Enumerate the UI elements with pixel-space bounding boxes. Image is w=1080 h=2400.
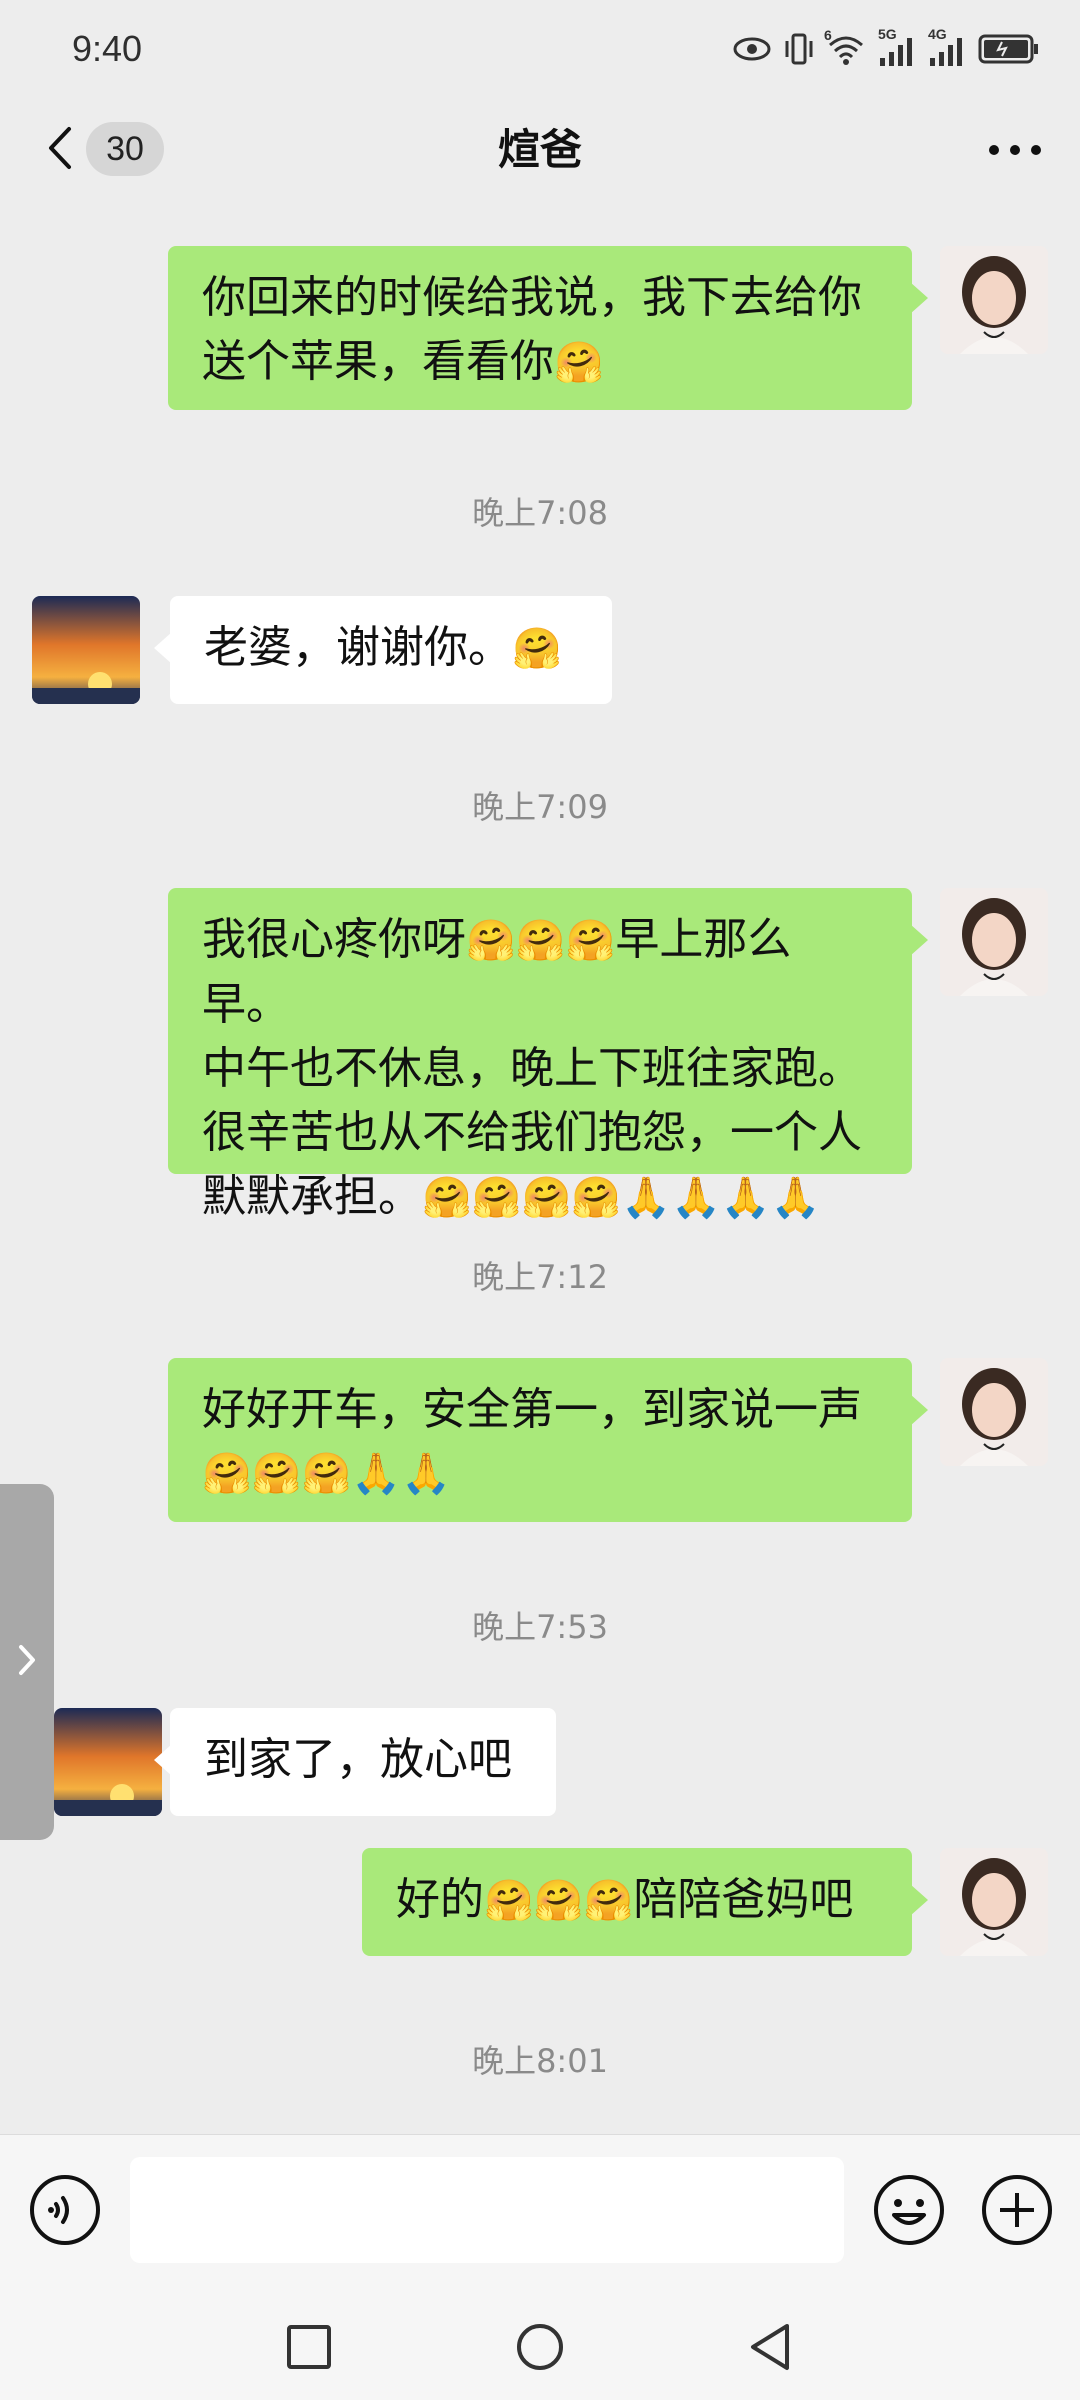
more-button[interactable] (980, 124, 1050, 176)
message-text: 陪陪爸妈吧 (633, 1874, 854, 1925)
message-line: 默默承担。🤗🤗🤗🤗🙏🙏🙏🙏 (202, 1165, 878, 1230)
signal-5g-icon: 5G (878, 26, 916, 68)
battery-icon (978, 33, 1040, 69)
wifi-icon: 6 (824, 27, 866, 69)
message-bubble-received[interactable]: 到家了，放心吧 (154, 1708, 556, 1816)
signal-5g-label: 5G (878, 26, 897, 42)
message-bubble-sent[interactable]: 你回来的时候给我说，我下去给你送个苹果，看看你🤗 (168, 246, 928, 410)
message-bubble-sent[interactable]: 好的🤗🤗🤗陪陪爸妈吧 (362, 1848, 928, 1956)
message-line: 很辛苦也从不给我们抱怨，一个人 (202, 1107, 862, 1158)
vibrate-icon (784, 31, 814, 71)
message-text: 到家了，放心吧 (204, 1734, 512, 1785)
timestamp: 晚上7:08 (472, 494, 608, 532)
emoji-button[interactable] (872, 2175, 946, 2249)
system-navigation-bar (0, 2294, 1080, 2400)
message-text: 你回来的时候给我说，我下去给你送个苹果，看看你 (202, 272, 862, 387)
message-text: 老婆，谢谢你。 (204, 622, 512, 673)
my-avatar[interactable] (940, 888, 1048, 996)
input-bar (0, 2134, 1080, 2294)
message-bubble-sent[interactable]: 好好开车，安全第一，到家说一声 🤗🤗🤗🙏🙏 (168, 1358, 928, 1522)
chat-title: 煊爸 (497, 125, 582, 174)
circle-icon (515, 2322, 565, 2376)
message-emoji: 🤗🤗🤗🤗🙏🙏🙏🙏 (422, 1175, 821, 1221)
timestamp: 晚上8:01 (472, 2042, 608, 2080)
square-icon (286, 2324, 332, 2374)
my-avatar[interactable] (940, 246, 1048, 354)
message-bubble-sent[interactable]: 我很心疼你呀🤗🤗🤗早上那么早。 中午也不休息，晚上下班往家跑。 很辛苦也从不给我… (168, 888, 928, 1222)
status-time: 9:40 (72, 28, 143, 69)
back-nav-button[interactable] (735, 2314, 805, 2384)
message-emoji: 🤗🤗🤗 (484, 1878, 634, 1924)
home-button[interactable] (505, 2314, 575, 2384)
recent-apps-button[interactable] (274, 2314, 344, 2384)
voice-icon (28, 2173, 102, 2251)
triangle-back-icon (747, 2322, 793, 2376)
message-text: 好的 (396, 1874, 484, 1925)
timestamp: 晚上7:53 (472, 1608, 608, 1646)
eye-icon (732, 35, 772, 67)
side-panel-handle[interactable] (0, 1484, 54, 1840)
message-line: 好好开车，安全第一，到家说一声 (202, 1384, 862, 1435)
message-emoji: 🤗🤗🤗🙏🙏 (202, 1451, 452, 1497)
more-dots-icon (988, 141, 1042, 160)
message-text: 默默承担。 (202, 1171, 422, 1222)
nav-bar: 30 煊爸 (0, 100, 1080, 200)
signal-4g-icon: 4G (928, 26, 966, 68)
message-bubble-received[interactable]: 老婆，谢谢你。🤗 (154, 596, 612, 704)
message-line: 我很心疼你呀🤗🤗🤗早上那么早。 (202, 908, 878, 1037)
status-icons: 6 5G 4G (732, 26, 1040, 72)
emoji-icon (872, 2173, 946, 2251)
message-emoji: 🤗 (554, 340, 604, 386)
timestamp: 晚上7:09 (472, 788, 608, 826)
message-text: 我很心疼你呀 (202, 914, 466, 965)
message-input[interactable] (130, 2157, 844, 2263)
voice-button[interactable] (28, 2175, 102, 2249)
timestamp: 晚上7:12 (472, 1258, 608, 1296)
plus-icon (980, 2173, 1054, 2251)
contact-avatar[interactable] (54, 1708, 162, 1816)
message-emoji: 🤗 (512, 626, 562, 672)
message-line: 中午也不休息，晚上下班往家跑。 (202, 1043, 862, 1094)
chevron-right-icon (16, 1643, 38, 1681)
plus-button[interactable] (980, 2175, 1054, 2249)
message-emoji: 🤗🤗🤗 (466, 918, 616, 964)
contact-avatar[interactable] (32, 596, 140, 704)
status-bar: 9:40 6 5G 4G (0, 0, 1080, 100)
my-avatar[interactable] (940, 1358, 1048, 1466)
my-avatar[interactable] (940, 1848, 1048, 1956)
wifi-label: 6 (824, 27, 832, 43)
signal-4g-label: 4G (928, 26, 947, 42)
